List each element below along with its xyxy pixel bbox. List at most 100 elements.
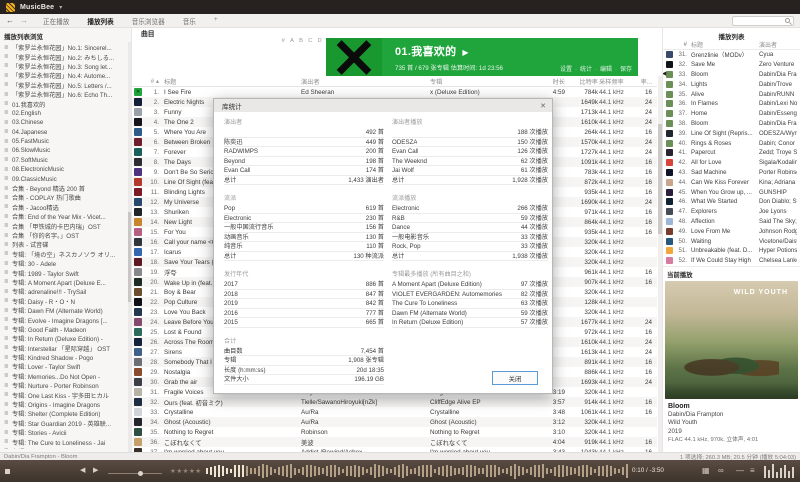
alphabet-letter[interactable]: A [290,38,294,44]
sidebar-item[interactable]: ≣专辑: Stories - Avicii [0,428,131,437]
sidebar-item[interactable]: ≣08.ElectronicMusic [0,165,131,174]
sidebar-item[interactable]: ≣09.ClassicMusic [0,174,131,183]
sidebar-item[interactable]: ≣专辑: The Cure to Loneliness - Jai [0,437,131,446]
queue-row[interactable]: 52.If We Could Stay HighChelsea Lankes..… [663,256,800,266]
queue-row[interactable]: 42.All for LoveSigala/Kodaline [663,158,800,168]
alphabet-letter[interactable]: D [318,38,322,44]
volume-knob[interactable] [138,471,143,476]
sidebar-item[interactable]: ≣「紫罗兰永恒花园」No.1: Sincerel... [0,43,131,52]
sidebar-item[interactable]: ≣专辑: Daisy - R・O・N [0,297,131,306]
track-row[interactable]: 36.こぼれなくて美波こぼれなくて4:04919k44.1 kHz16 [132,437,657,447]
minimize-player-icon[interactable]: — [736,466,744,475]
stop-button[interactable] [5,469,10,474]
sidebar-item[interactable]: ≣合集 - Beyond 精选 200 首 [0,184,131,193]
sidebar-item[interactable]: ≣专辑: Shelter (Complete Edition) [0,409,131,418]
sidebar-item[interactable]: ≣专辑: A Moment Apart (Deluxe E... [0,278,131,287]
queue-row[interactable]: 36.In FlamesDabin/Lexi No... [663,99,800,109]
sidebar-item[interactable]: ≣专辑: adrenaline!!! - TrySail [0,287,131,296]
queue-row[interactable]: 51.Unbreakable (feat. D...Hyper Potions/… [663,246,800,256]
sidebar-item[interactable]: ≣06.SlowMusic [0,146,131,155]
repeat-shuffle-icon[interactable]: ∞ [718,466,724,475]
queue-row[interactable]: 50.WaitingVicetone/Daisy... [663,236,800,246]
queue-row[interactable]: 44.Can We Kiss ForeverKina; Adriana P... [663,177,800,187]
sidebar-item[interactable]: ≣专辑: Kindred Shadow - Pogo [0,353,131,362]
rating-stars[interactable]: ★★★★★ [170,467,202,475]
track-row[interactable]: 35.Nothing to RegretRobinsonNothing to R… [132,427,657,437]
queue-column-headers[interactable]: # 标题 演出者 [663,40,800,50]
queue-row[interactable]: 37.HomeDabin/Essenger [663,109,800,119]
forward-button[interactable]: → [20,16,28,25]
queue-row[interactable]: 45.When You Grow up, ...GUNSHIP [663,187,800,197]
sidebar-item[interactable]: ≣专辑: 1989 - Taylor Swift [0,268,131,277]
sidebar-item[interactable]: ≣专辑: Nurture - Porter Robinson [0,381,131,390]
sidebar-item[interactable]: ≣专辑: One Last Kiss - 宇多田ヒカル [0,390,131,399]
queue-row[interactable]: 38.BloomDabin/Dia Fra... [663,119,800,129]
tab-播放列表[interactable]: 播放列表 [87,16,113,26]
queue-row[interactable]: 41.PapercutZedd; Troye Si... [663,148,800,158]
sidebar-item[interactable]: ≣专辑: Star Guardian 2019 - 英雄联... [0,419,131,428]
sidebar-item[interactable]: ≣03.Chinese [0,118,131,127]
sidebar-item[interactable]: ≣专辑: Lover - Taylor Swift [0,362,131,371]
track-list-column-headers[interactable]: # ▴ 标题 演出者 专辑 时长 比特率 采样频率 率... [132,76,657,87]
queue-row[interactable]: 40.Rings & RosesDabin; Conor B... [663,138,800,148]
queue-row[interactable]: 31.Grenzlinie（MODv）Cyua [663,50,800,60]
search-box[interactable] [732,16,794,26]
close-icon[interactable]: ✕ [540,102,546,110]
waveform-seekbar[interactable] [206,463,630,479]
queue-row[interactable]: ◀33.BloomDabin/Dia Fra... [663,70,800,80]
track-row[interactable]: 34.Ghost (Acoustic)Au/RaGhost (Acoustic)… [132,417,657,427]
sidebar-item[interactable]: ≣专辑: Origins - Imagine Dragons [0,400,131,409]
sidebar-item[interactable]: ≣专辑: 「境の空」ネスカノソラ オリ... [0,250,131,259]
sidebar-item[interactable]: ≣04.Japanese [0,128,131,137]
track-row[interactable]: 32.Ours (feat. 初音ミク)Tielle/SawanoHiroyuk… [132,397,657,407]
dialog-title-bar[interactable]: 库统计 ✕ [214,99,552,112]
track-row[interactable]: 33.CrystallineAu/RaCrystalline3:481061k4… [132,407,657,417]
sidebar-item[interactable]: ≣「紫罗兰永恒花园」No.4: Autome... [0,71,131,80]
sidebar-item[interactable]: ≣专辑: In Return (Deluxe Edition) - [0,334,131,343]
sidebar-item[interactable]: ≣列表 - 试音碟 [0,240,131,249]
queue-row[interactable]: 43.Sad MachinePorter Robinson [663,168,800,178]
queue-row[interactable]: 32.Save MeZero Venture [663,60,800,70]
sidebar-item[interactable]: ≣「紫罗兰永恒花园」No.2: みちしる... [0,52,131,61]
sidebar-item[interactable]: ≣专辑: The Kids Concert (live) - K... [0,447,131,449]
grid-view-icon[interactable]: ▦ [702,466,710,475]
tab-+[interactable]: + [214,16,218,26]
track-row[interactable]: ✕1.I See FireEd Sheeranx (Deluxe Edition… [132,87,657,97]
menu-icon[interactable]: ≡ [750,466,755,475]
sidebar-item[interactable]: ≣07.SoftMusic [0,156,131,165]
queue-row[interactable]: 47.ExplorersJoe Lyons [663,207,800,217]
alphabet-letter[interactable]: C [308,38,312,44]
queue-row[interactable]: 46.What We StartedDon Diablo; St... [663,197,800,207]
sidebar-item[interactable]: ≣合集: End of the Year Mix - Vicet... [0,212,131,221]
queue-row[interactable]: 49.Love From MeJohnson Rodgie [663,226,800,236]
sidebar-item[interactable]: ≣专辑: Evolve - Imagine Dragons [... [0,315,131,324]
volume-slider[interactable] [108,473,162,474]
close-button[interactable]: 关闭 [492,371,538,385]
play-playlist-icon[interactable]: ▶ [462,48,468,57]
sidebar-item[interactable]: ≣「紫罗兰永恒花园」No.6: Echo Th... [0,90,131,99]
sidebar-item[interactable]: ≣合集 - COPLAY 热门歌曲 [0,193,131,202]
queue-row[interactable]: 39.Line Of Sight (Repris...ODESZA/Wynn..… [663,128,800,138]
queue-row[interactable]: 48.AffectionSaid The Sky; ... [663,217,800,227]
previous-track-button[interactable]: ◀ [80,466,85,474]
banner-link[interactable]: 编辑 [600,67,612,73]
queue-row[interactable]: 34.LightsDabin/Trove [663,79,800,89]
sidebar-item[interactable]: ≣05.FastMusic [0,137,131,146]
sidebar-item[interactable]: ≣合集 「你的名字。」OST [0,231,131,240]
banner-link[interactable]: 保存 [620,67,632,73]
sidebar-item[interactable]: ≣专辑: Interstellar 「星际穿越」 OST [0,344,131,353]
next-track-button[interactable]: ▶ [93,466,98,474]
sidebar-item[interactable]: ≣「紫罗兰永恒花园」No.5: Letters /... [0,81,131,90]
sidebar-item[interactable]: ≣专辑: 30 - Adele [0,259,131,268]
tab-音乐[interactable]: 音乐 [183,16,196,26]
tab-正在播放[interactable]: 正在播放 [43,16,69,26]
sidebar-item[interactable]: ≣「紫罗兰永恒花园」No.3: Song let... [0,62,131,71]
alphabet-letter[interactable]: B [299,38,303,44]
sidebar-item[interactable]: ≣合集 - Jacoo精选 [0,203,131,212]
sidebar-item[interactable]: ≣专辑: Good Faith - Madeon [0,325,131,334]
sidebar-item[interactable]: ≣02.English [0,109,131,118]
tab-音乐浏览器[interactable]: 音乐浏览器 [132,16,165,26]
sidebar-item[interactable]: ≣合集 「甲铁城的卡巴内瑞」OST [0,221,131,230]
banner-link[interactable]: 统计 [580,67,592,73]
sidebar-item[interactable]: ≣专辑: Memories...Do Not Open - [0,372,131,381]
